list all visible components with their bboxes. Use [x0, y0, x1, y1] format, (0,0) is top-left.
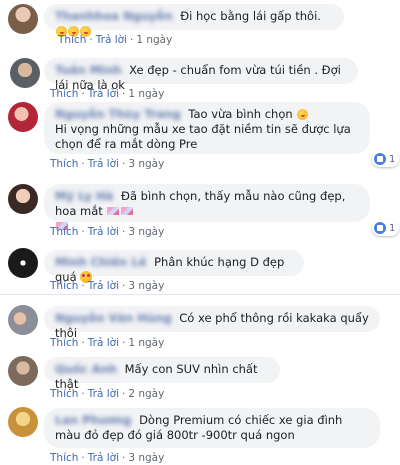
comment-text: Đi học bằng lái gấp thôi.: [180, 9, 321, 23]
comment-actions: Thích · Trả lời · 3 ngày: [50, 226, 165, 238]
flag-icon: [107, 207, 120, 215]
like-link[interactable]: Thích: [50, 158, 78, 170]
comment-bubble: Quốc Anh Mấy con SUV nhìn chất thật: [44, 357, 280, 391]
comment-text-line-2: Hi vọng những mẫu xe tao đặt niềm tin sẽ…: [55, 122, 351, 151]
reply-link[interactable]: Trả lời: [88, 88, 119, 100]
avatar[interactable]: [8, 248, 38, 278]
like-link[interactable]: Thích: [50, 452, 78, 464]
reply-link[interactable]: Trả lời: [88, 388, 119, 400]
comment-bubble: Mỹ Ly Hà Đã bình chọn, thấy mẫu nào cũng…: [44, 184, 370, 230]
reaction-count[interactable]: 1: [372, 151, 400, 167]
timestamp[interactable]: 1 ngày: [128, 337, 164, 349]
like-link[interactable]: Thích: [50, 388, 78, 400]
comment-bubble: Tuấn Minh Xe đẹp - chuẩn fom vừa túi tiề…: [44, 58, 358, 92]
comment-bubble: Thanhhoa Nguyễn Đi học bằng lái gấp thôi…: [44, 4, 344, 37]
timestamp[interactable]: 2 ngày: [128, 388, 164, 400]
timestamp[interactable]: 1 ngày: [136, 34, 172, 46]
comment-actions: Thích · Trả lời · 3 ngày: [50, 280, 165, 292]
commenter-name[interactable]: Mỹ Ly Hà: [55, 189, 113, 204]
avatar[interactable]: [8, 305, 38, 335]
like-link[interactable]: Thích: [50, 226, 78, 238]
commenter-name[interactable]: Minh Chiến Lê: [55, 255, 146, 270]
avatar[interactable]: [8, 4, 38, 34]
commenter-name[interactable]: Nguyễn Văn Hùng: [55, 311, 172, 326]
avatar[interactable]: [8, 102, 38, 132]
grinning-emoji-icon: [297, 109, 309, 120]
comment-actions: Thích · Trả lời · 2 ngày: [50, 388, 165, 400]
commenter-name[interactable]: Lan Phương: [55, 413, 131, 428]
divider: [0, 294, 400, 295]
avatar[interactable]: [8, 407, 38, 437]
like-link[interactable]: Thích: [50, 337, 78, 349]
comment-bubble: Minh Chiến Lê Phân khúc hạng D đẹp quá: [44, 250, 304, 284]
reaction-count[interactable]: 1: [372, 220, 400, 236]
avatar[interactable]: [8, 356, 38, 386]
avatar[interactable]: [8, 184, 38, 214]
avatar[interactable]: [10, 58, 40, 88]
comment-actions: Thích · Trả lời · 1 ngày: [58, 34, 173, 46]
comment-bubble: Lan Phương Dòng Premium có chiếc xe gia …: [44, 408, 380, 448]
reply-link[interactable]: Trả lời: [88, 158, 119, 170]
reply-link[interactable]: Trả lời: [96, 34, 127, 46]
reply-link[interactable]: Trả lời: [88, 452, 119, 464]
reply-link[interactable]: Trả lời: [88, 226, 119, 238]
comment-actions: Thích · Trả lời · 1 ngày: [50, 88, 165, 100]
timestamp[interactable]: 3 ngày: [128, 452, 164, 464]
like-icon: [374, 222, 386, 234]
comment-thread: Thanhhoa Nguyễn Đi học bằng lái gấp thôi…: [0, 0, 400, 465]
timestamp[interactable]: 1 ngày: [128, 88, 164, 100]
timestamp[interactable]: 3 ngày: [128, 280, 164, 292]
commenter-name[interactable]: Quốc Anh: [55, 362, 117, 377]
like-link[interactable]: Thích: [58, 34, 86, 46]
comment-bubble: Nguyễn Văn Hùng Có xe phổ thông rồi kaka…: [44, 306, 380, 340]
like-link[interactable]: Thích: [50, 280, 78, 292]
commenter-name[interactable]: Tuấn Minh: [55, 63, 121, 78]
like-link[interactable]: Thích: [50, 88, 78, 100]
timestamp[interactable]: 3 ngày: [128, 158, 164, 170]
comment-bubble: Nguyễn Thùy Trang Tao vừa bình chọn Hi v…: [44, 102, 370, 154]
comment-actions: Thích · Trả lời · 3 ngày: [50, 452, 165, 464]
comment-text: Tao vừa bình chọn: [188, 107, 293, 121]
commenter-name[interactable]: Nguyễn Thùy Trang: [55, 107, 181, 122]
comment-actions: Thích · Trả lời · 1 ngày: [50, 337, 165, 349]
reply-link[interactable]: Trả lời: [88, 280, 119, 292]
reply-link[interactable]: Trả lời: [88, 337, 119, 349]
like-icon: [374, 153, 386, 165]
flag-icon: [121, 207, 134, 215]
comment-actions: Thích · Trả lời · 3 ngày: [50, 158, 165, 170]
commenter-name[interactable]: Thanhhoa Nguyễn: [55, 9, 173, 24]
timestamp[interactable]: 3 ngày: [128, 226, 164, 238]
